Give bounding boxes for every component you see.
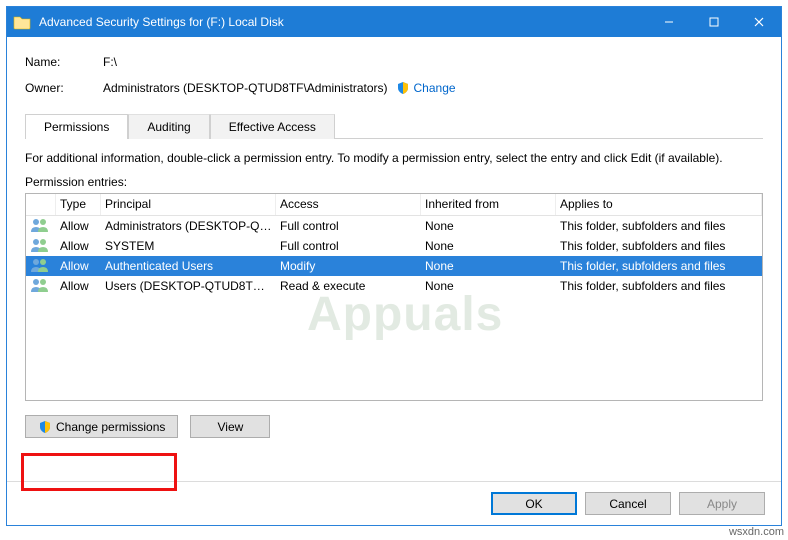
shield-icon <box>38 420 52 434</box>
view-button[interactable]: View <box>190 415 270 438</box>
cell-type: Allow <box>56 257 101 275</box>
window-title: Advanced Security Settings for (F:) Loca… <box>39 15 284 29</box>
apply-button[interactable]: Apply <box>679 492 765 515</box>
col-type[interactable]: Type <box>56 194 101 215</box>
tab-effective-access[interactable]: Effective Access <box>210 114 335 139</box>
col-inherited[interactable]: Inherited from <box>421 194 556 215</box>
cell-applies: This folder, subfolders and files <box>556 257 762 275</box>
col-access[interactable]: Access <box>276 194 421 215</box>
cell-applies: This folder, subfolders and files <box>556 237 762 255</box>
table-row[interactable]: AllowAuthenticated UsersModifyNoneThis f… <box>26 256 762 276</box>
hint-text: For additional information, double-click… <box>25 151 763 165</box>
titlebar: Advanced Security Settings for (F:) Loca… <box>7 7 781 37</box>
cell-type: Allow <box>56 217 101 235</box>
cell-principal: Administrators (DESKTOP-QT... <box>101 217 276 235</box>
cell-type: Allow <box>56 277 101 295</box>
folder-icon <box>13 14 31 30</box>
cell-inherited: None <box>421 217 556 235</box>
cell-applies: This folder, subfolders and files <box>556 277 762 295</box>
change-permissions-button[interactable]: Change permissions <box>25 415 178 438</box>
cell-type: Allow <box>56 237 101 255</box>
table-row[interactable]: AllowUsers (DESKTOP-QTUD8TF\Us...Read & … <box>26 276 762 296</box>
col-applies[interactable]: Applies to <box>556 194 762 215</box>
cell-access: Read & execute <box>276 277 421 295</box>
security-settings-window: Advanced Security Settings for (F:) Loca… <box>6 6 782 526</box>
col-principal[interactable]: Principal <box>101 194 276 215</box>
close-button[interactable] <box>736 7 781 37</box>
cell-principal: Users (DESKTOP-QTUD8TF\Us... <box>101 277 276 295</box>
change-owner-link[interactable]: Change <box>396 81 456 95</box>
grid-body: AllowAdministrators (DESKTOP-QT...Full c… <box>26 216 762 400</box>
tab-permissions[interactable]: Permissions <box>25 114 128 139</box>
table-row[interactable]: AllowAdministrators (DESKTOP-QT...Full c… <box>26 216 762 236</box>
cell-principal: Authenticated Users <box>101 257 276 275</box>
cell-inherited: None <box>421 237 556 255</box>
tab-auditing[interactable]: Auditing <box>128 114 209 139</box>
source-site: wsxdn.com <box>729 526 784 538</box>
maximize-button[interactable] <box>691 7 736 37</box>
permission-grid: Type Principal Access Inherited from App… <box>25 193 763 401</box>
cell-access: Full control <box>276 217 421 235</box>
cancel-button[interactable]: Cancel <box>585 492 671 515</box>
ok-button[interactable]: OK <box>491 492 577 515</box>
change-permissions-label: Change permissions <box>56 420 165 434</box>
people-icon <box>26 275 56 298</box>
shield-icon <box>396 81 410 95</box>
name-value: F:\ <box>103 55 117 69</box>
table-row[interactable]: AllowSYSTEMFull controlNoneThis folder, … <box>26 236 762 256</box>
col-icon[interactable] <box>26 194 56 215</box>
cell-applies: This folder, subfolders and files <box>556 217 762 235</box>
change-link-text: Change <box>414 81 456 95</box>
owner-label: Owner: <box>25 81 103 95</box>
cell-inherited: None <box>421 257 556 275</box>
owner-value: Administrators (DESKTOP-QTUD8TF\Administ… <box>103 81 388 95</box>
cell-inherited: None <box>421 277 556 295</box>
grid-header: Type Principal Access Inherited from App… <box>26 194 762 216</box>
minimize-button[interactable] <box>646 7 691 37</box>
tabs: Permissions Auditing Effective Access <box>25 113 763 139</box>
cell-access: Full control <box>276 237 421 255</box>
cell-principal: SYSTEM <box>101 237 276 255</box>
cell-access: Modify <box>276 257 421 275</box>
dialog-footer: OK Cancel Apply <box>7 481 781 525</box>
name-label: Name: <box>25 55 103 69</box>
entries-label: Permission entries: <box>25 175 763 189</box>
